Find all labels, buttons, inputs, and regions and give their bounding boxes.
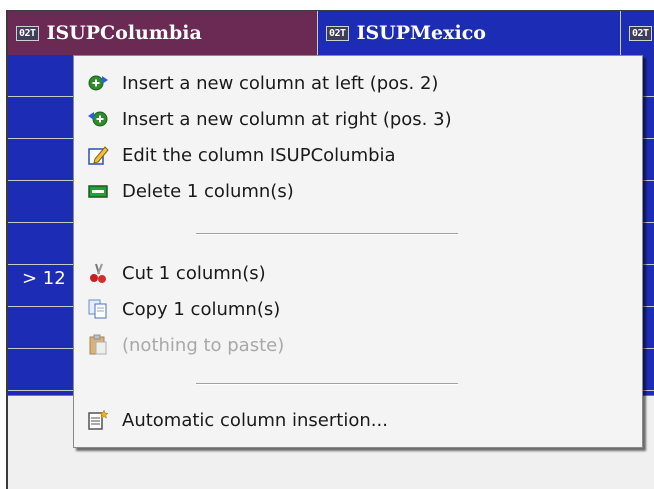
- menu-item-label: Automatic column insertion...: [122, 409, 388, 431]
- menu-item-label: (nothing to paste): [122, 334, 285, 356]
- delete-column-icon: [86, 179, 110, 203]
- menu-item-label: Edit the column ISUPColumbia: [122, 144, 396, 166]
- column-header-label: ISUPMexico: [356, 22, 486, 44]
- menu-item-label: Insert a new column at right (pos. 3): [122, 108, 452, 130]
- edit-icon: [86, 143, 110, 167]
- column-type-badge: 02T: [629, 25, 652, 41]
- menu-item-automatic-insertion[interactable]: Automatic column insertion...: [74, 402, 642, 438]
- paste-icon: [86, 333, 110, 357]
- menu-item-label: Cut 1 column(s): [122, 262, 266, 284]
- column-type-badge: 02T: [16, 25, 39, 41]
- menu-item-edit-column[interactable]: Edit the column ISUPColumbia: [74, 137, 642, 173]
- menu-item-paste[interactable]: (nothing to paste): [74, 327, 642, 363]
- column-type-badge: 02T: [326, 25, 349, 41]
- column-header-next[interactable]: 02T: [621, 11, 654, 55]
- menu-separator: [196, 383, 458, 385]
- menu-item-label: Copy 1 column(s): [122, 298, 281, 320]
- menu-item-label: Delete 1 column(s): [122, 180, 294, 202]
- column-header-bar: 02T ISUPColumbia 02T ISUPMexico 02T: [8, 11, 654, 55]
- menu-item-insert-left[interactable]: Insert a new column at left (pos. 2): [74, 65, 642, 101]
- menu-item-delete-column[interactable]: Delete 1 column(s): [74, 173, 642, 209]
- insert-column-left-icon: [86, 71, 110, 95]
- context-menu: Insert a new column at left (pos. 2) Ins…: [73, 55, 643, 448]
- column-header-isupcolumbia[interactable]: 02T ISUPColumbia: [8, 11, 318, 55]
- auto-insert-icon: [86, 408, 110, 432]
- menu-item-label: Insert a new column at left (pos. 2): [122, 72, 439, 94]
- insert-column-right-icon: [86, 107, 110, 131]
- copy-icon: [86, 297, 110, 321]
- menu-item-cut[interactable]: Cut 1 column(s): [74, 255, 642, 291]
- menu-separator: [196, 233, 458, 235]
- menu-item-copy[interactable]: Copy 1 column(s): [74, 291, 642, 327]
- column-header-label: ISUPColumbia: [46, 22, 202, 44]
- column-header-isupmexico[interactable]: 02T ISUPMexico: [318, 11, 621, 55]
- scissors-icon: [86, 261, 110, 285]
- menu-item-insert-right[interactable]: Insert a new column at right (pos. 3): [74, 101, 642, 137]
